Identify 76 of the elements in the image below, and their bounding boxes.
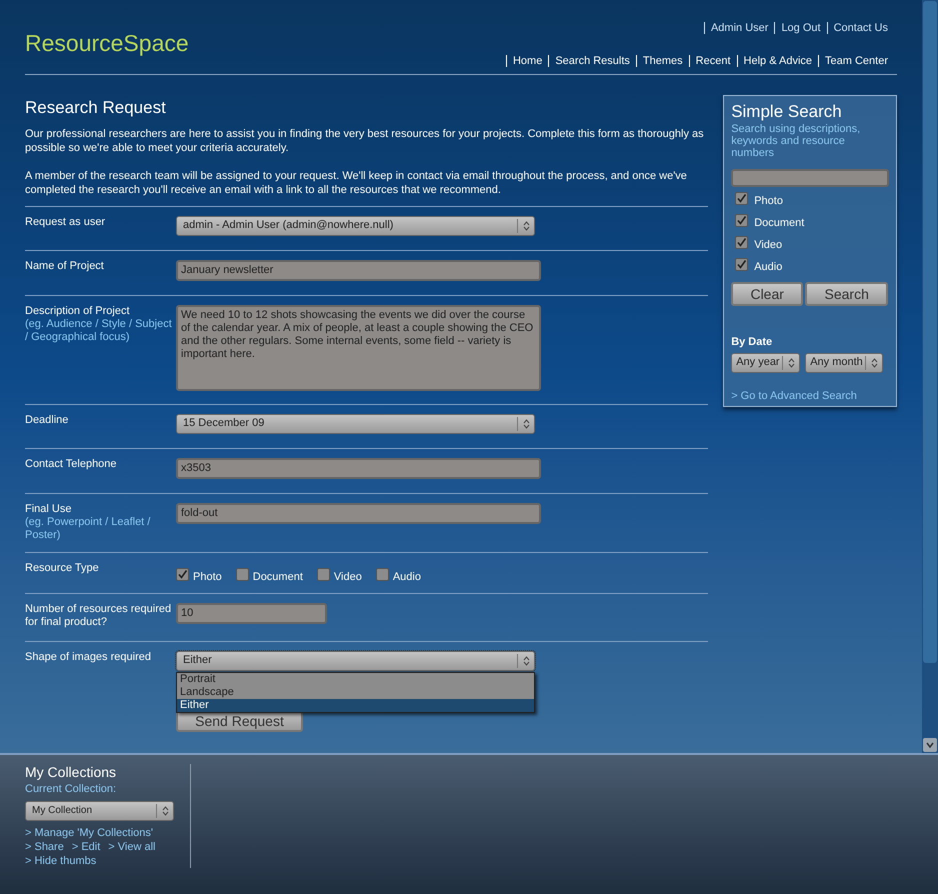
input-field[interactable]: x3503: [176, 458, 541, 478]
checkbox-label: Video: [334, 570, 362, 584]
page-title: Research Request: [25, 97, 167, 119]
panel-title: My Collections: [25, 764, 118, 780]
checkbox-label: Photo: [754, 195, 783, 208]
collection-link[interactable]: > Manage 'My Collections': [25, 826, 154, 840]
dropdown[interactable]: admin - Admin User (admin@nowhere.null): [176, 216, 535, 236]
dropdown-option[interactable]: Portrait: [177, 672, 534, 686]
field-hint: (eg. Audience / Style / Subject / Geographical focus): [25, 318, 173, 344]
collection-link[interactable]: > View all: [108, 840, 156, 854]
checkbox[interactable]: [735, 258, 748, 271]
nav-link[interactable]: Recent: [688, 55, 737, 67]
dropdown[interactable]: 15 December 09: [176, 414, 535, 434]
dropdown[interactable]: Either: [176, 650, 535, 670]
collection-link[interactable]: > Edit: [72, 840, 100, 854]
scroll-down-icon[interactable]: [923, 738, 937, 752]
collection-link[interactable]: > Hide thumbs: [25, 854, 96, 868]
checkbox-label: Audio: [754, 261, 782, 274]
checkbox[interactable]: [376, 568, 389, 581]
up-down-arrows-icon[interactable]: [522, 654, 530, 666]
input-field[interactable]: January newsletter: [176, 260, 541, 280]
checkbox-label: Photo: [193, 570, 222, 584]
checkbox[interactable]: [735, 192, 748, 205]
logo[interactable]: ResourceSpace: [25, 26, 189, 56]
button[interactable]: Clear: [731, 282, 804, 306]
field-label: Name of Project: [25, 260, 105, 272]
up-down-arrows-icon[interactable]: [870, 356, 879, 368]
up-down-arrows-icon[interactable]: [160, 804, 170, 816]
field-label: Number of resources required for final product?: [25, 602, 172, 628]
nav-link[interactable]: Team Center: [818, 55, 894, 67]
search-field[interactable]: [731, 169, 889, 187]
checkbox[interactable]: [735, 214, 748, 227]
checkbox[interactable]: [735, 236, 748, 249]
intro-text: Our professional researchers are here to assist you in finding the very best resources for your projects. Complete this form as thoroughly as possible so we're able to meet your criteria accurately.: [25, 126, 705, 154]
input-field[interactable]: fold-out: [176, 502, 541, 524]
checkbox-label: Audio: [392, 570, 421, 584]
field-label: Deadline: [25, 414, 70, 426]
field-label: Description of Project: [25, 304, 131, 318]
collection-link[interactable]: > Share: [25, 840, 64, 854]
field-label: Current Collection:: [25, 782, 118, 797]
up-down-arrows-icon[interactable]: [522, 418, 530, 430]
dropdown[interactable]: Any year: [731, 352, 800, 372]
field-label: Request as user: [25, 216, 106, 228]
header-link[interactable]: Contact Us: [826, 22, 894, 34]
field-label: Final Use: [25, 502, 72, 516]
input-field[interactable]: 10: [176, 602, 327, 624]
up-down-arrows-icon[interactable]: [522, 220, 530, 232]
checkbox-label: Document: [754, 217, 804, 230]
nav-link[interactable]: Help & Advice: [736, 55, 818, 67]
checkbox[interactable]: [236, 568, 249, 581]
panel-title: Simple Search: [731, 102, 843, 122]
panel-hint: Search using descriptions, keywords and resource numbers: [731, 123, 862, 159]
dropdown[interactable]: Any month: [805, 352, 884, 372]
dropdown-option[interactable]: Either: [177, 698, 534, 712]
nav-link[interactable]: Home: [506, 55, 548, 67]
checkbox[interactable]: [176, 568, 189, 581]
up-down-arrows-icon[interactable]: [786, 356, 796, 368]
intro-text: A member of the research team will be assigned to your request. We'll keep in contact via email throughout the process, and once we've completed the research you'll receive an email with a link to all the resources that we recommend.: [25, 168, 688, 196]
input-field[interactable]: We need 10 to 12 shots showcasing the events we did over the course of the calendar year. A mix of people, at least a couple showing the CEO and the other regulars. Some internal events, some field -- variety is important here.: [176, 304, 541, 390]
nav-link[interactable]: Search Results: [548, 55, 636, 67]
checkbox[interactable]: [316, 568, 330, 581]
field-label: Shape of images required: [25, 650, 152, 664]
dropdown[interactable]: My Collection: [25, 800, 174, 820]
nav-link[interactable]: Themes: [636, 55, 689, 67]
scrollbar[interactable]: [922, 0, 938, 753]
field-label: Resource Type: [25, 562, 100, 574]
scroll-thumb[interactable]: [923, 1, 937, 663]
button[interactable]: Search: [805, 282, 888, 306]
section-label: By Date: [731, 335, 774, 350]
dropdown-option[interactable]: Landscape: [177, 686, 534, 698]
checkbox-label: Document: [252, 570, 303, 584]
checkbox-label: Video: [754, 239, 782, 252]
header-link[interactable]: Admin User: [704, 22, 774, 34]
header-link[interactable]: Log Out: [774, 22, 827, 34]
field-label: Contact Telephone: [25, 458, 118, 470]
field-hint: (eg. Powerpoint / Leaflet / Poster): [25, 516, 152, 542]
